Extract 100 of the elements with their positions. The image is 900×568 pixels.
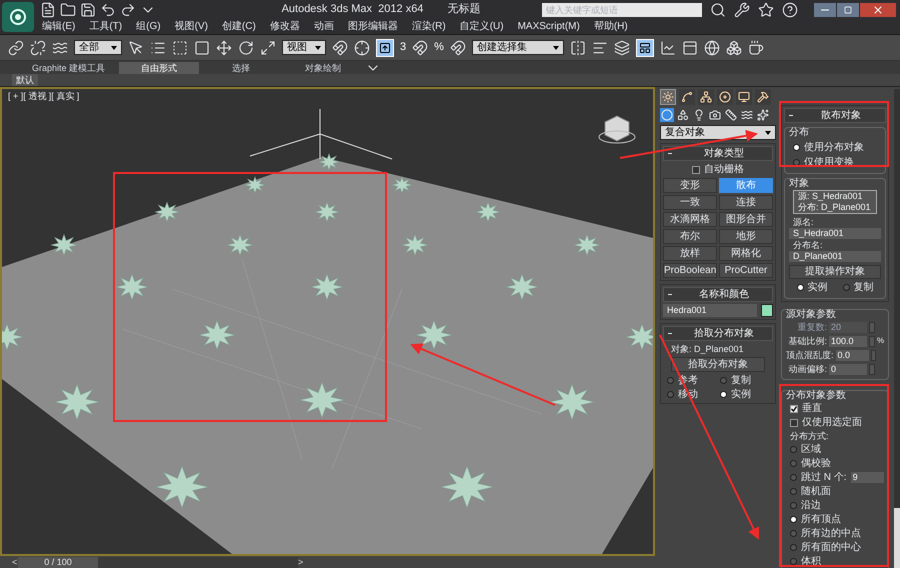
shapes-icon[interactable] (676, 108, 690, 122)
magnet-icon[interactable] (332, 40, 348, 56)
curve-icon[interactable] (679, 89, 695, 105)
time-slider-track[interactable]: 0 / 100 (18, 556, 298, 568)
disc-icon[interactable] (717, 89, 733, 105)
radio-option[interactable]: 实例 (720, 388, 773, 401)
square-icon[interactable] (194, 40, 210, 56)
star-icon[interactable] (758, 2, 774, 18)
app-logo-icon[interactable] (2, 2, 34, 32)
toggle-button[interactable] (376, 38, 394, 56)
menu-item[interactable]: 帮助(H) (594, 19, 628, 34)
minimize-button[interactable] (814, 2, 836, 16)
pointer-icon[interactable] (128, 40, 144, 56)
menu-item[interactable]: 组(G) (136, 19, 161, 34)
menu-item[interactable]: MAXScript(M) (518, 19, 580, 34)
radio-option[interactable]: 体积 (790, 555, 821, 568)
checkbox-option[interactable]: 仅使用选定面 (790, 416, 884, 429)
time-slider-thumb[interactable]: 0 / 100 (18, 556, 98, 568)
ribbon-tab[interactable]: 自由形式 (119, 62, 200, 74)
viewport-label[interactable]: [ + ][ 透视 ][ 真实 ] (8, 90, 80, 104)
crosshair-icon[interactable] (354, 40, 370, 56)
radio-option[interactable]: 跳过 N 个: (790, 471, 847, 484)
percent-snap-toggle[interactable]: % (434, 39, 444, 56)
radio-option[interactable]: 所有顶点 (790, 513, 841, 526)
object-type-button[interactable]: 图形合并 (719, 212, 773, 227)
checkbox-option[interactable]: 垂直 (790, 402, 884, 415)
rollout-header[interactable]: 拾取分布对象 (663, 326, 773, 341)
ribbon-tab[interactable]: Graphite 建模工具 (20, 62, 118, 74)
time-prev-button[interactable]: < (12, 556, 18, 568)
object-type-button[interactable]: 连接 (719, 195, 773, 210)
operand-list[interactable]: 源: S_Hedra001 分布: D_Plane001 (793, 190, 877, 214)
menu-item[interactable]: 视图(V) (174, 19, 208, 34)
waves-icon[interactable] (740, 108, 754, 122)
menu-item[interactable]: 自定义(U) (460, 19, 504, 34)
hierarchy-icon[interactable] (698, 89, 714, 105)
search-field[interactable]: 键入关键字或短语 (542, 2, 702, 16)
radio-option[interactable]: 随机面 (790, 485, 831, 498)
object-type-button[interactable]: 地形 (719, 229, 773, 244)
time-next-button[interactable]: > (298, 556, 304, 568)
new-file-icon[interactable] (40, 2, 56, 18)
extract-button[interactable]: 提取操作对象 (789, 265, 881, 279)
link-icon[interactable] (8, 40, 24, 56)
maximize-button[interactable] (837, 2, 859, 16)
scene-explorer-button[interactable] (636, 38, 654, 56)
material-icon[interactable] (704, 40, 720, 56)
scrollbar[interactable] (894, 89, 900, 568)
menu-item[interactable]: 动画 (314, 19, 334, 34)
ruler-icon[interactable] (724, 108, 738, 122)
radio-option[interactable]: 使用分布对象 (793, 141, 881, 154)
named-selection-dropdown[interactable]: 创建选择集 (472, 40, 564, 55)
object-type-button[interactable]: 变形 (663, 178, 717, 193)
menu-item[interactable]: 工具(T) (89, 19, 122, 34)
viewport[interactable]: [ + ][ 透视 ][ 真实 ] (0, 87, 655, 556)
layers-icon[interactable] (614, 40, 630, 56)
mirror-icon[interactable] (570, 40, 586, 56)
distribution-name-field[interactable]: D_Plane001 (789, 251, 881, 262)
name-field[interactable]: Hedra001 (663, 304, 757, 317)
menu-item[interactable]: 渲染(R) (412, 19, 446, 34)
rollout-header[interactable]: 对象类型 (663, 146, 773, 161)
menu-item[interactable]: 编辑(E) (42, 19, 76, 34)
radio-option[interactable]: 沿边 (790, 499, 821, 512)
sparkles-icon[interactable] (756, 108, 770, 122)
list-item[interactable]: 源: S_Hedra001 (798, 191, 872, 202)
viewcube-icon[interactable] (598, 115, 636, 144)
snap-toggle[interactable]: 3 (400, 39, 406, 56)
category-dropdown[interactable]: 复合对象 (660, 125, 776, 140)
scale-icon[interactable] (260, 40, 276, 56)
curve-editor-icon[interactable] (660, 40, 676, 56)
source-name-field[interactable]: S_Hedra001 (789, 228, 881, 239)
redo-icon[interactable] (120, 2, 136, 18)
object-type-button[interactable]: 水滴网格 (663, 212, 717, 227)
help-icon[interactable] (782, 2, 798, 18)
radio-option[interactable]: 复制 (720, 374, 773, 387)
spinner-snap-icon[interactable] (450, 40, 466, 56)
menu-item[interactable]: 图形编辑器 (348, 19, 398, 34)
folder-icon[interactable] (60, 2, 76, 18)
save-icon[interactable] (80, 2, 96, 18)
radio-option[interactable]: 所有边的中点 (790, 527, 861, 540)
object-type-button[interactable]: ProCutter (719, 263, 773, 278)
rollout-header[interactable]: 名称和颜色 (663, 287, 773, 302)
camera-icon[interactable] (708, 108, 722, 122)
monitor-icon[interactable] (736, 89, 752, 105)
schematic-icon[interactable] (682, 40, 698, 56)
sun-icon[interactable] (660, 89, 676, 105)
object-type-button[interactable]: 布尔 (663, 229, 717, 244)
radio-option[interactable]: 所有面的中心 (790, 541, 861, 554)
move-icon[interactable] (216, 40, 232, 56)
radio-option[interactable]: 实例 (796, 281, 828, 294)
spinner-field[interactable]: 100.0 (829, 336, 867, 346)
unlink-icon[interactable] (30, 40, 46, 56)
list-item[interactable]: 分布: D_Plane001 (798, 202, 872, 213)
render-setup-icon[interactable] (726, 40, 742, 56)
coordinate-dropdown[interactable]: 视图 (282, 40, 326, 55)
skip-count-field[interactable]: 9 (850, 472, 884, 483)
pick-button[interactable]: 拾取分布对象 (671, 357, 765, 372)
menu-item[interactable]: 修改器 (270, 19, 300, 34)
angle-snap-icon[interactable] (412, 40, 428, 56)
undo-icon[interactable] (100, 2, 116, 18)
ribbon-panel-tab[interactable]: 默认 (12, 74, 38, 86)
rotate-icon[interactable] (238, 40, 254, 56)
